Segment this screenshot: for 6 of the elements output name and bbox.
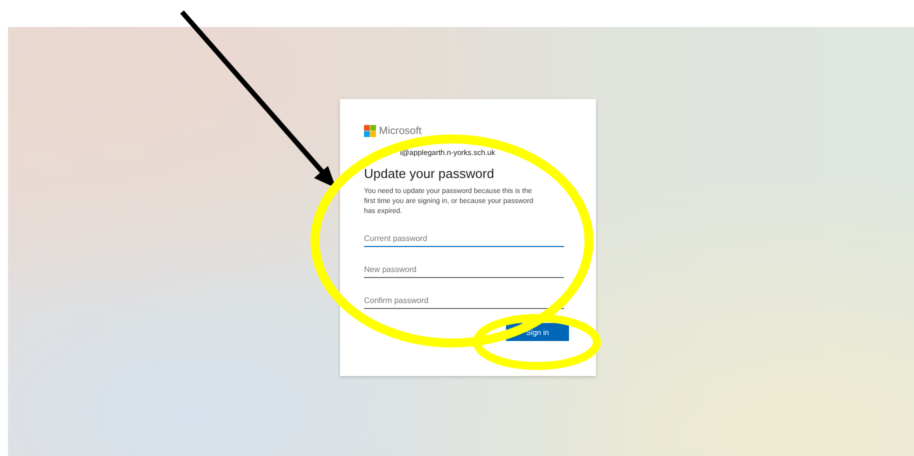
page-title: Update your password bbox=[364, 166, 496, 181]
password-field[interactable]: Current password bbox=[364, 230, 564, 247]
password-field[interactable]: New password bbox=[364, 261, 564, 278]
logo-icon bbox=[364, 125, 376, 137]
password-field[interactable]: Confirm password bbox=[364, 292, 564, 309]
brand-name: Microsoft bbox=[379, 125, 422, 137]
